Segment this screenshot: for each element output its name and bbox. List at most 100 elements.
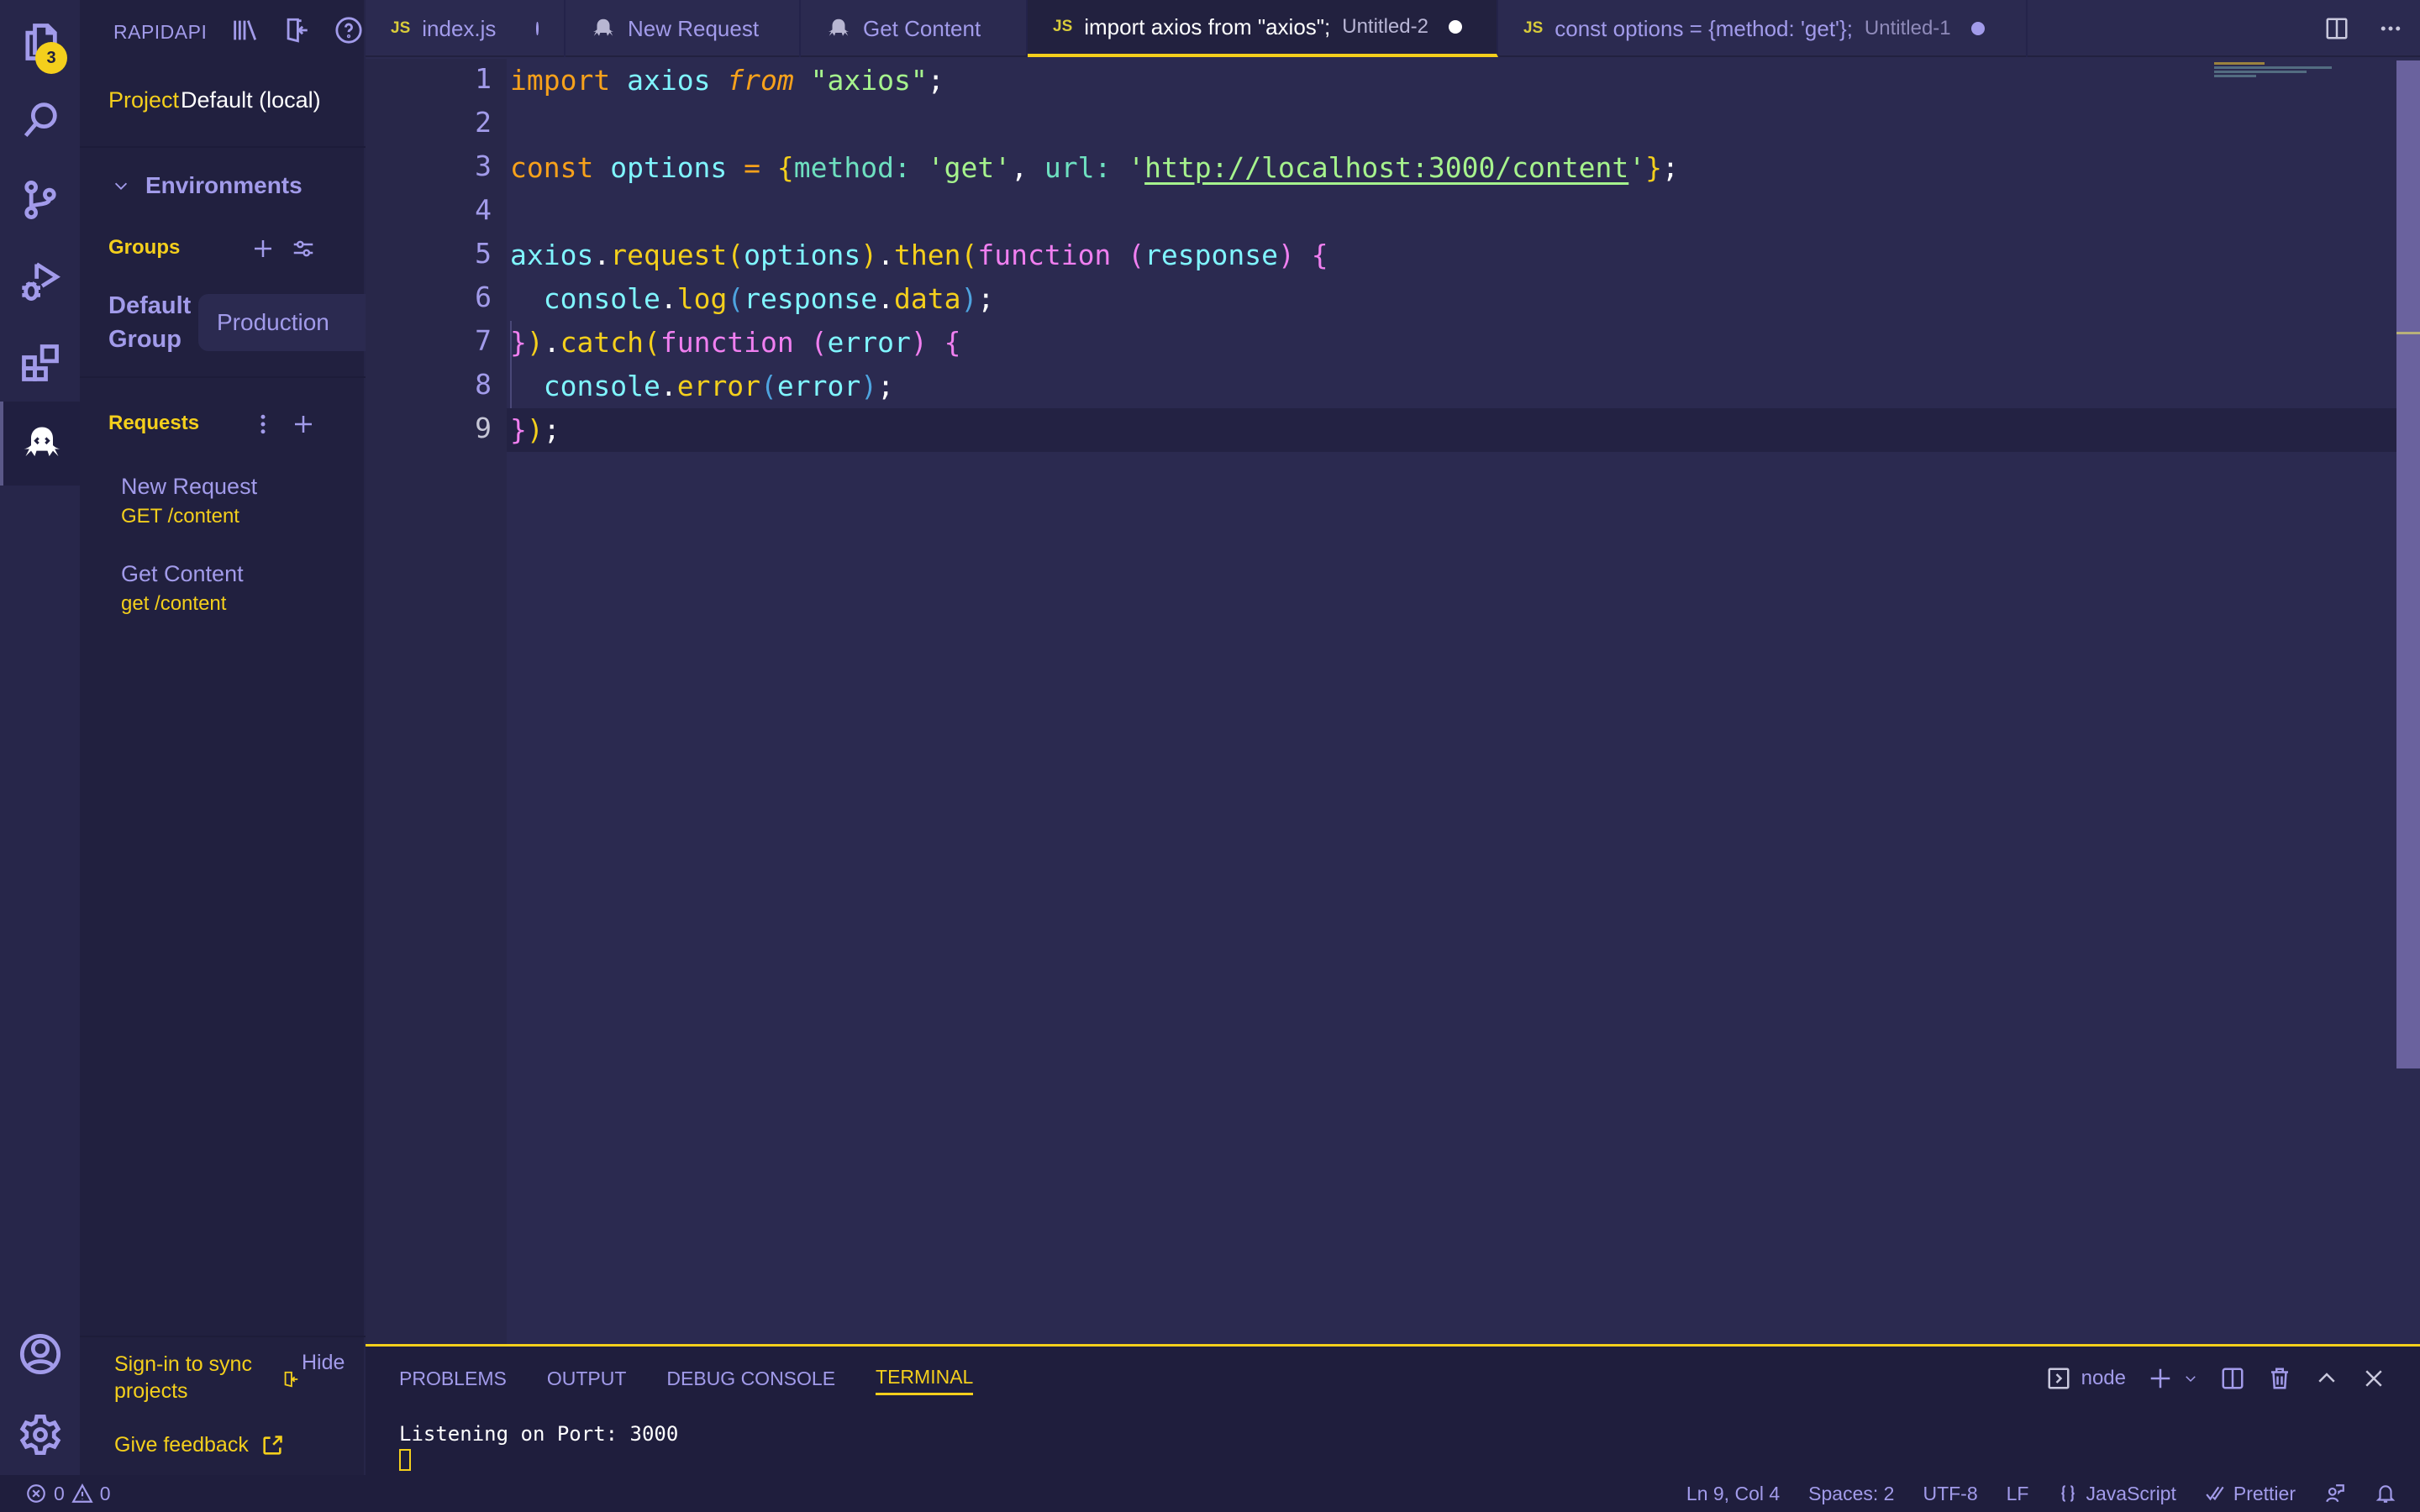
panel-tab-terminal[interactable]: TERMINAL bbox=[876, 1362, 974, 1395]
activity-accounts[interactable] bbox=[0, 1312, 80, 1396]
end-of-line[interactable]: LF bbox=[2007, 1483, 2029, 1505]
token-punct: ; bbox=[927, 64, 944, 97]
tab-index-js[interactable]: JS index.js bbox=[366, 0, 566, 57]
activity-source-control[interactable] bbox=[0, 158, 80, 242]
requests-more-button[interactable] bbox=[248, 409, 278, 439]
activity-extensions[interactable] bbox=[0, 321, 80, 405]
add-group-button[interactable] bbox=[248, 234, 278, 264]
library-button[interactable] bbox=[230, 16, 259, 49]
cursor-position[interactable]: Ln 9, Col 4 bbox=[1686, 1483, 1780, 1505]
terminal-icon bbox=[2048, 1368, 2070, 1389]
add-request-button[interactable] bbox=[288, 409, 318, 439]
panel-tab-output[interactable]: OUTPUT bbox=[547, 1362, 627, 1395]
token-identifier: axios bbox=[510, 239, 594, 271]
tab-description: Untitled-2 bbox=[1342, 15, 1428, 38]
token-parameter: response bbox=[1144, 239, 1279, 271]
environments-label: Environments bbox=[145, 172, 302, 198]
prettier-status[interactable]: Prettier bbox=[2205, 1483, 2296, 1505]
close-panel-button[interactable] bbox=[2361, 1366, 2386, 1391]
group-default[interactable]: Default Group bbox=[108, 289, 192, 356]
more-vertical-icon bbox=[260, 414, 266, 434]
gear-icon bbox=[19, 1414, 60, 1456]
help-button[interactable] bbox=[334, 16, 363, 49]
chevron-down-icon bbox=[114, 182, 128, 190]
give-feedback-link[interactable]: Give feedback bbox=[114, 1433, 284, 1457]
split-editor-button[interactable] bbox=[2324, 16, 2349, 41]
activity-rapidapi[interactable] bbox=[0, 402, 80, 486]
new-terminal-button[interactable] bbox=[2148, 1366, 2198, 1391]
request-item[interactable]: New Request GET /content bbox=[121, 474, 257, 528]
token-string: ' bbox=[1128, 151, 1145, 184]
unsaved-dot-icon[interactable] bbox=[1448, 20, 1462, 34]
token-punct: ; bbox=[1662, 151, 1679, 184]
notifications-button[interactable] bbox=[2375, 1483, 2396, 1504]
token-string: "axios" bbox=[810, 64, 928, 97]
feedback-button[interactable] bbox=[2324, 1483, 2346, 1504]
tab-label: Get Content bbox=[863, 15, 981, 41]
request-method-path: get /content bbox=[121, 592, 227, 615]
terminal-selector[interactable]: node bbox=[2046, 1366, 2126, 1391]
activity-bar: 3 bbox=[0, 0, 80, 1475]
split-terminal-button[interactable] bbox=[2220, 1366, 2245, 1391]
close-icon bbox=[2365, 1370, 2382, 1387]
environment-production[interactable]: Production bbox=[198, 294, 366, 351]
token-paren: ) bbox=[910, 326, 928, 359]
sign-in-link[interactable]: Sign-in to sync projects bbox=[114, 1351, 274, 1404]
tab-label: index.js bbox=[422, 15, 497, 41]
activity-explorer[interactable]: 3 bbox=[0, 0, 80, 84]
tab-untitled-1[interactable]: JS const options = {method: 'get'}; Unti… bbox=[1498, 0, 2028, 57]
request-item[interactable]: Get Content get /content bbox=[121, 561, 244, 616]
panel-tab-problems[interactable]: PROBLEMS bbox=[399, 1362, 507, 1395]
unsaved-dot-icon[interactable] bbox=[1970, 22, 1985, 35]
feedback-label: Give feedback bbox=[114, 1433, 249, 1457]
sign-in-button[interactable] bbox=[282, 16, 311, 49]
token-identifier: response bbox=[744, 282, 878, 315]
minimap[interactable] bbox=[2214, 60, 2382, 94]
status-right: Ln 9, Col 4 Spaces: 2 UTF-8 LF JavaScrip… bbox=[1686, 1483, 2396, 1505]
activity-search[interactable] bbox=[0, 77, 80, 161]
terminal[interactable]: Listening on Port: 3000 bbox=[399, 1422, 678, 1471]
token-punct: : bbox=[1094, 151, 1112, 184]
environments-toggle[interactable]: Environments bbox=[112, 172, 302, 199]
language-mode[interactable]: JavaScript bbox=[2057, 1483, 2176, 1505]
tab-new-request[interactable]: New Request bbox=[566, 0, 801, 57]
request-name: New Request bbox=[121, 474, 258, 499]
panel-tab-debug-console[interactable]: DEBUG CONSOLE bbox=[666, 1362, 835, 1395]
token-paren: ( bbox=[960, 239, 978, 271]
tab-untitled-2[interactable]: JS import axios from "axios"; Untitled-2 bbox=[1028, 0, 1498, 57]
kill-terminal-button[interactable] bbox=[2267, 1366, 2292, 1391]
token-property: url bbox=[1044, 151, 1095, 184]
project-selector[interactable]: ProjectDefault (local) bbox=[108, 87, 321, 113]
activity-run-debug[interactable] bbox=[0, 239, 80, 323]
tab-label: const options = {method: 'get'}; bbox=[1555, 15, 1853, 41]
unsaved-dot-icon[interactable] bbox=[536, 22, 539, 35]
braces-icon bbox=[2061, 1485, 2075, 1502]
warning-count: 0 bbox=[99, 1482, 111, 1504]
split-editor-icon bbox=[2326, 18, 2348, 39]
encoding[interactable]: UTF-8 bbox=[1923, 1483, 1977, 1505]
maximize-panel-button[interactable] bbox=[2314, 1366, 2339, 1391]
requests-label: Requests bbox=[108, 412, 200, 434]
settings-sliders-icon bbox=[293, 240, 313, 257]
problems-status[interactable]: 0 0 bbox=[25, 1483, 111, 1505]
indentation[interactable]: Spaces: 2 bbox=[1808, 1483, 1894, 1505]
vertical-scrollbar[interactable] bbox=[2396, 60, 2420, 1068]
plus-icon bbox=[2150, 1368, 2170, 1389]
token-keyword: function bbox=[660, 326, 794, 359]
tab-label: import axios from "axios"; bbox=[1084, 13, 1331, 39]
more-actions-button[interactable] bbox=[2378, 16, 2403, 41]
token-identifier: error bbox=[776, 370, 861, 402]
tab-get-content[interactable]: Get Content bbox=[801, 0, 1028, 57]
url-link[interactable]: http://localhost:3000/content bbox=[1144, 151, 1628, 184]
activity-manage[interactable] bbox=[0, 1393, 80, 1477]
token-method: log bbox=[676, 282, 728, 315]
terminal-name: node bbox=[2081, 1367, 2126, 1389]
panel-actions: node bbox=[2046, 1362, 2386, 1395]
code-editor[interactable]: 1 2 3 4 5 6 7 8 9 import axios from "axi… bbox=[366, 59, 2420, 1344]
sidebar-title: RAPIDAPI bbox=[113, 20, 208, 43]
group-settings-button[interactable] bbox=[288, 234, 318, 264]
token-punct: . bbox=[877, 239, 894, 271]
token-identifier: console bbox=[543, 282, 660, 315]
sidebar-header: RAPIDAPI bbox=[113, 16, 363, 49]
hide-signin-button[interactable]: Hide bbox=[281, 1351, 345, 1389]
